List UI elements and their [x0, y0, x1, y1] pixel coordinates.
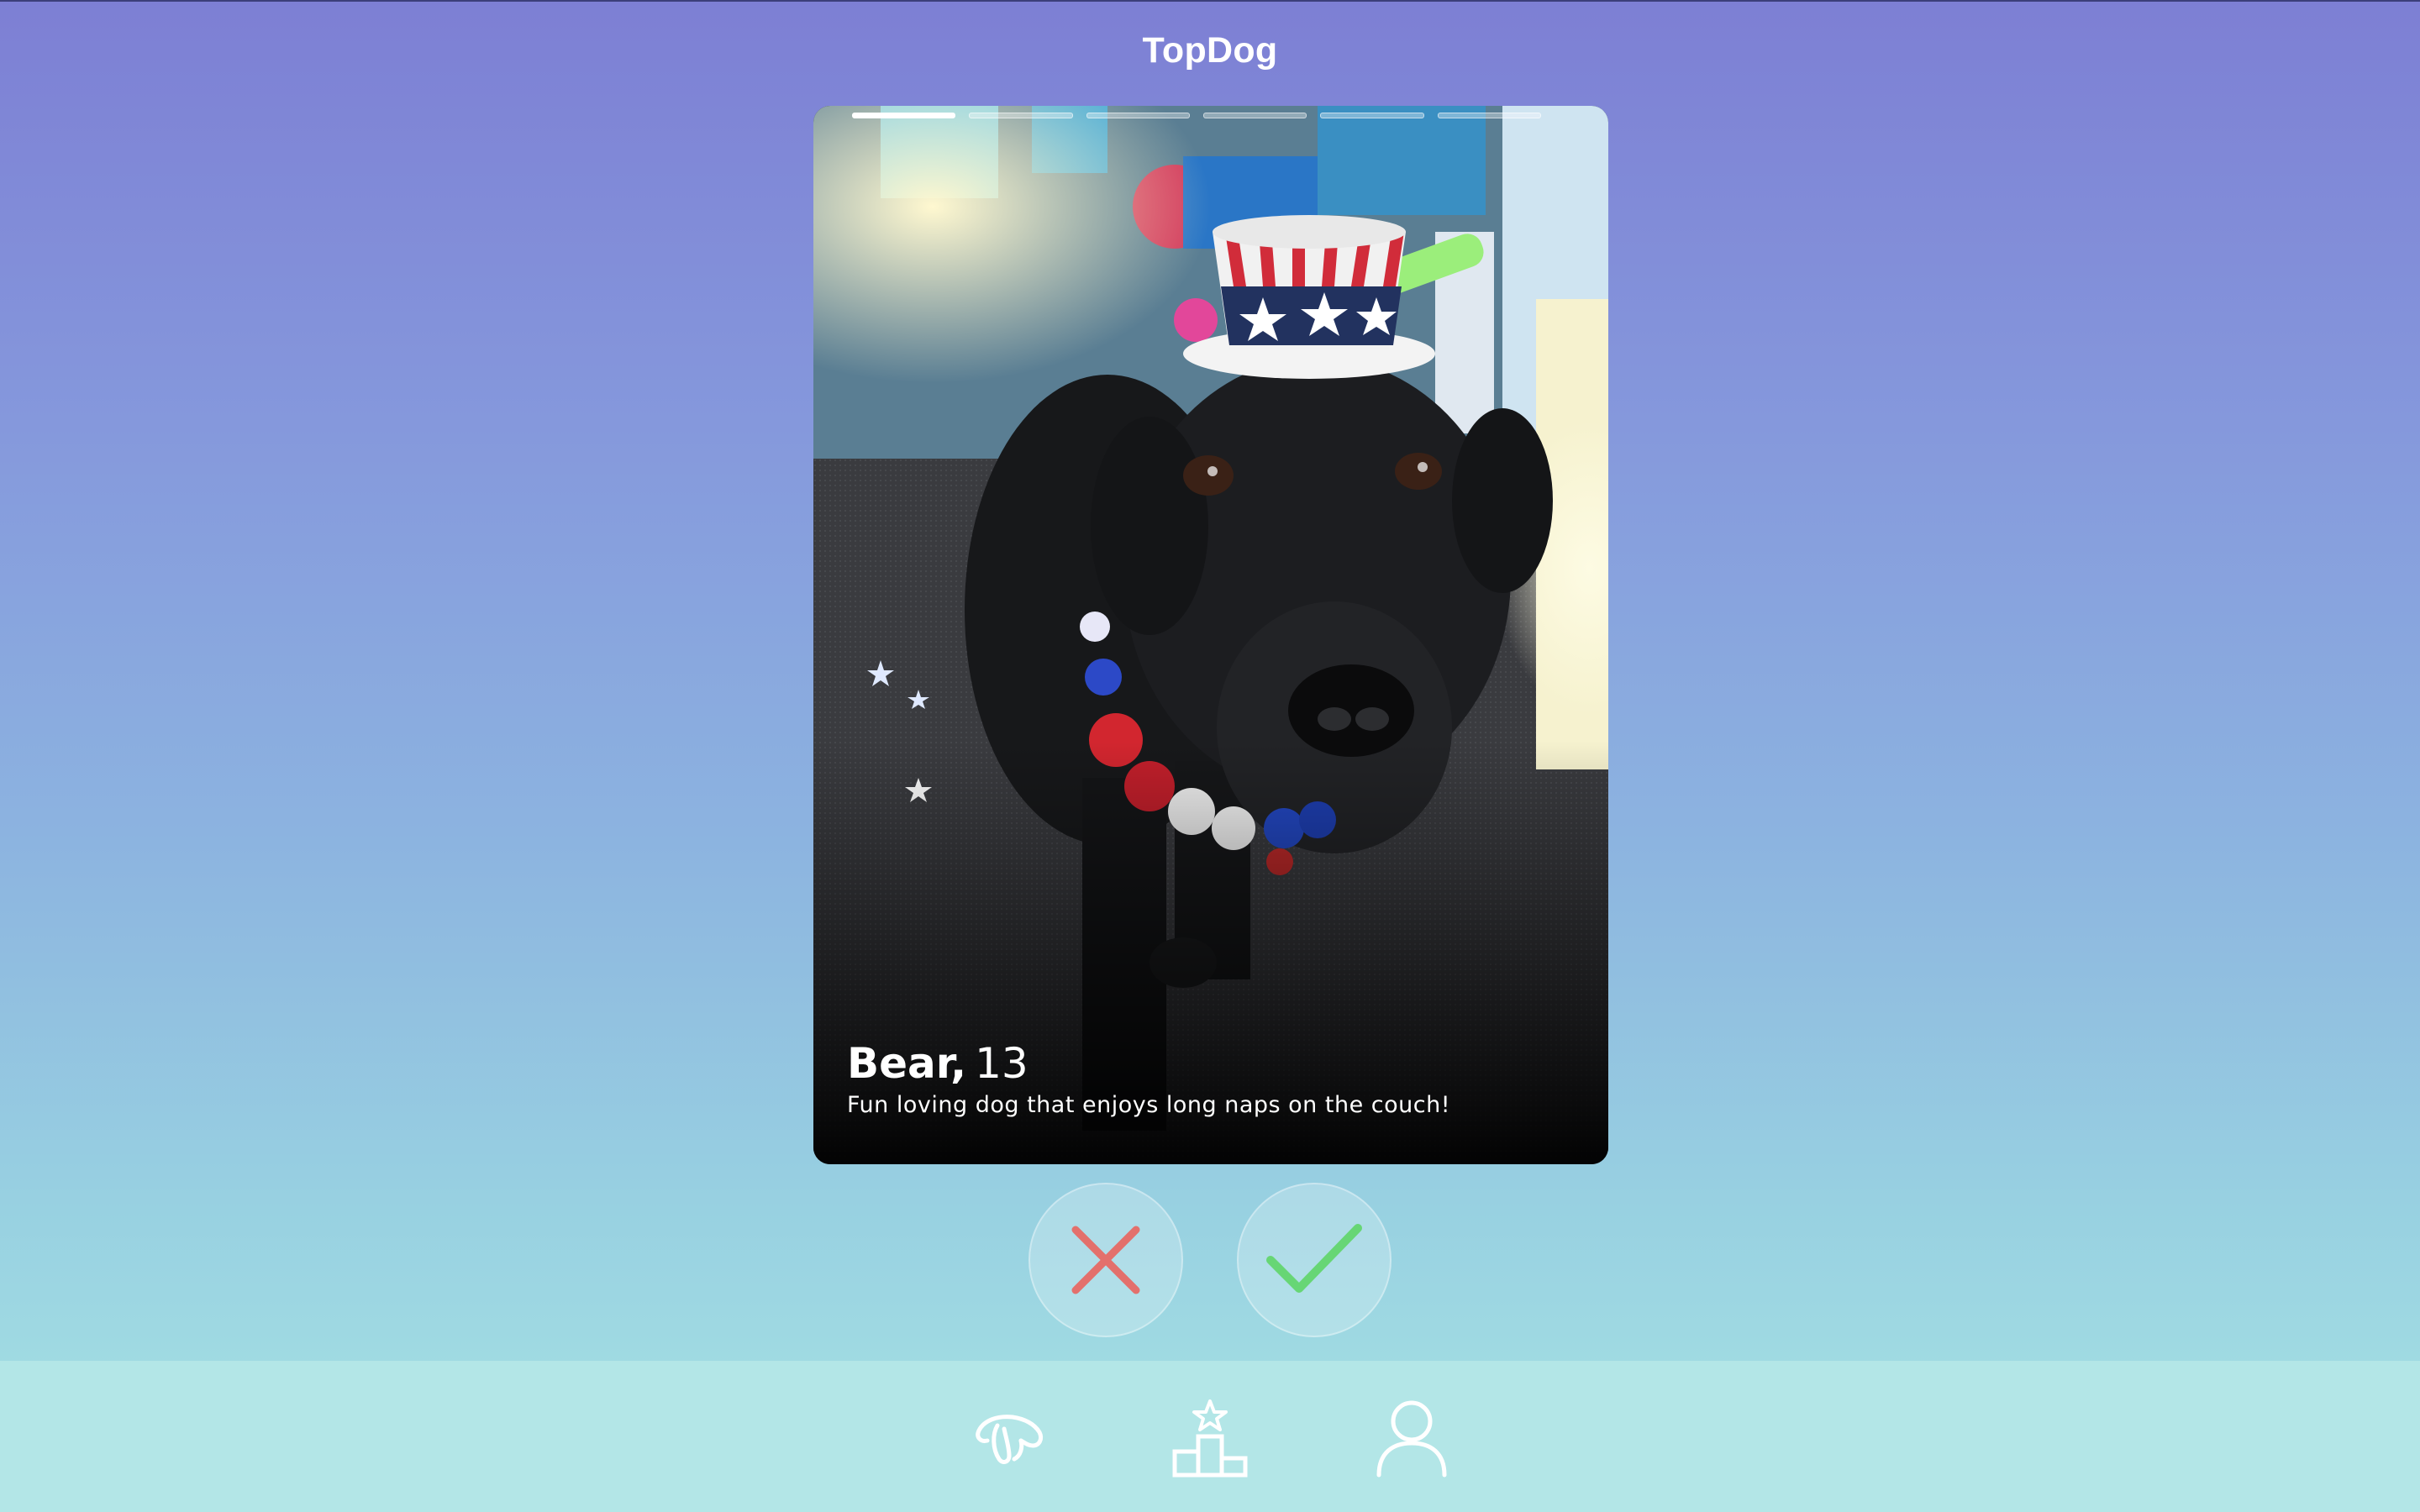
dog-bio: Fun loving dog that enjoys long naps on …: [847, 1092, 1451, 1118]
checkmark-icon: [1266, 1224, 1362, 1293]
photo-progress-segment[interactable]: [1320, 113, 1424, 118]
dog-name: Bear,: [847, 1039, 967, 1088]
photo-progress-segment[interactable]: [1202, 113, 1307, 118]
profile-info: Bear, 13 Fun loving dog that enjoys long …: [847, 1038, 1570, 1118]
window-top-border: [0, 0, 2420, 2]
like-button[interactable]: [1237, 1183, 1392, 1337]
dog-profile-card[interactable]: Bear, 13 Fun loving dog that enjoys long …: [813, 106, 1608, 1164]
nav-item-leaderboard[interactable]: [1168, 1396, 1252, 1480]
photo-progress-segment[interactable]: [969, 113, 1073, 118]
photo-progress-segment[interactable]: [1437, 113, 1541, 118]
dog-icon: [976, 1415, 1044, 1464]
app-title: TopDog: [1142, 30, 1278, 71]
photo-progress-bar: [852, 113, 1541, 119]
reject-button[interactable]: [1028, 1183, 1183, 1337]
dog-photo: [813, 106, 1608, 1164]
name-age-line: Bear, 13: [847, 1038, 1570, 1089]
nav-item-swipe[interactable]: [966, 1396, 1050, 1480]
dog-age: 13: [975, 1039, 1028, 1088]
photo-progress-segment[interactable]: [852, 113, 956, 118]
user-icon: [1376, 1400, 1447, 1478]
photo-progress-segment[interactable]: [1086, 113, 1190, 118]
x-icon: [1071, 1226, 1140, 1294]
podium-star-icon: [1172, 1399, 1248, 1478]
bottom-nav: [0, 1361, 2420, 1512]
nav-item-profile[interactable]: [1370, 1396, 1454, 1480]
